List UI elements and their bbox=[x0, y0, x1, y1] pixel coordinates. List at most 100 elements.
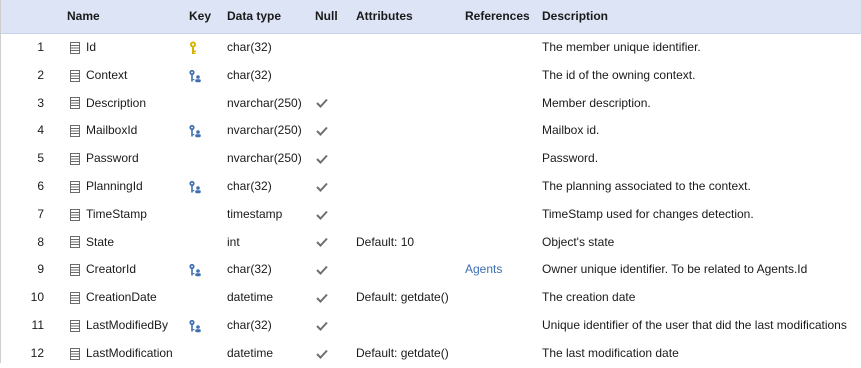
column-icon bbox=[70, 117, 82, 145]
column-name[interactable]: State bbox=[86, 229, 114, 257]
table-row[interactable]: 12 LastModification datetime Default: getda… bbox=[1, 340, 861, 368]
row-number: 11 bbox=[31, 317, 44, 332]
data-type: char(32) bbox=[227, 67, 272, 82]
description-text: The last modification date bbox=[542, 345, 679, 360]
grid-body: 1 Id char(32) The member unique identifier.… bbox=[1, 34, 861, 368]
null-check-icon bbox=[316, 256, 330, 284]
null-check-icon bbox=[316, 312, 330, 340]
table-row[interactable]: 1 Id char(32) The member unique identifier. bbox=[1, 34, 861, 62]
description-text: Member description. bbox=[542, 95, 651, 110]
description-text: The member unique identifier. bbox=[542, 40, 701, 54]
foreign-key-icon bbox=[188, 117, 204, 145]
header-null[interactable]: Null bbox=[315, 0, 338, 33]
data-type: char(32) bbox=[227, 178, 272, 193]
row-number: 8 bbox=[37, 234, 44, 249]
foreign-key-icon bbox=[188, 256, 204, 284]
column-name[interactable]: Id bbox=[86, 34, 96, 62]
data-type: int bbox=[227, 234, 240, 249]
column-icon bbox=[70, 229, 82, 257]
data-type: nvarchar(250) bbox=[227, 151, 302, 166]
description-text: Owner unique identifier. To be related t… bbox=[542, 262, 808, 277]
columns-grid: Name Key Data type Null Attributes Refer… bbox=[0, 0, 861, 363]
column-icon bbox=[70, 256, 82, 284]
row-number: 4 bbox=[37, 123, 44, 138]
table-row[interactable]: 2 Context char(32) The id of the owning con… bbox=[1, 62, 861, 90]
column-icon bbox=[70, 173, 82, 201]
data-type: nvarchar(250) bbox=[227, 95, 302, 110]
row-number: 2 bbox=[37, 67, 44, 82]
header-attributes[interactable]: Attributes bbox=[356, 0, 413, 33]
column-name[interactable]: LastModifiedBy bbox=[86, 312, 168, 340]
column-icon bbox=[70, 201, 82, 229]
table-row[interactable]: 9 CreatorId char(32) Agents Owner unique ide… bbox=[1, 256, 861, 284]
attributes-value: Default: getdate() bbox=[356, 290, 449, 305]
row-number: 10 bbox=[30, 290, 44, 305]
description-text: The creation date bbox=[542, 290, 636, 305]
table-row[interactable]: 3 Description nvarchar(250) Member descript… bbox=[1, 90, 861, 118]
header-key[interactable]: Key bbox=[189, 0, 211, 33]
table-row[interactable]: 4 MailboxId nvarchar(250) Mailbox id. bbox=[1, 117, 861, 145]
null-check-icon bbox=[316, 340, 330, 368]
references-link[interactable]: Agents bbox=[465, 256, 502, 284]
null-check-icon bbox=[316, 145, 330, 173]
header-description[interactable]: Description bbox=[542, 0, 608, 33]
column-name[interactable]: CreatorId bbox=[86, 256, 136, 284]
header-references[interactable]: References bbox=[465, 0, 530, 33]
data-type: char(32) bbox=[227, 262, 272, 277]
description-text: Object's state bbox=[542, 234, 615, 249]
column-name[interactable]: LastModification bbox=[86, 340, 173, 368]
table-row[interactable]: 6 PlanningId char(32) The planning associat… bbox=[1, 173, 861, 201]
attributes-value: Default: 10 bbox=[356, 234, 415, 249]
row-number: 1 bbox=[37, 40, 44, 54]
null-check-icon bbox=[316, 284, 330, 312]
null-check-icon bbox=[316, 90, 330, 118]
foreign-key-icon bbox=[188, 62, 204, 90]
foreign-key-icon bbox=[188, 312, 204, 340]
column-icon bbox=[70, 312, 82, 340]
column-name[interactable]: Password bbox=[86, 145, 139, 173]
attributes-value: Default: getdate() bbox=[356, 345, 449, 360]
description-text: The planning associated to the context. bbox=[542, 178, 751, 193]
row-number: 12 bbox=[30, 345, 44, 360]
column-icon bbox=[70, 34, 82, 62]
description-text: Mailbox id. bbox=[542, 123, 600, 138]
column-icon bbox=[70, 284, 82, 312]
column-name[interactable]: CreationDate bbox=[86, 284, 157, 312]
data-type: datetime bbox=[227, 345, 274, 360]
table-row[interactable]: 8 State int Default: 10 Object's state bbox=[1, 229, 861, 257]
column-icon bbox=[70, 340, 82, 368]
null-check-icon bbox=[316, 117, 330, 145]
description-text: Unique identifier of the user that did t… bbox=[542, 317, 847, 332]
description-text: TimeStamp used for changes detection. bbox=[542, 206, 754, 221]
data-type: nvarchar(250) bbox=[227, 123, 302, 138]
column-icon bbox=[70, 145, 82, 173]
column-name[interactable]: PlanningId bbox=[86, 173, 143, 201]
null-check-icon bbox=[316, 229, 330, 257]
primary-key-icon bbox=[188, 34, 204, 62]
null-check-icon bbox=[316, 201, 330, 229]
data-type: char(32) bbox=[227, 317, 272, 332]
column-name[interactable]: TimeStamp bbox=[86, 201, 147, 229]
row-number: 9 bbox=[37, 262, 44, 277]
data-type: char(32) bbox=[227, 40, 272, 54]
table-row[interactable]: 7 TimeStamp timestamp TimeStamp used for ch… bbox=[1, 201, 861, 229]
table-row[interactable]: 5 Password nvarchar(250) Password. bbox=[1, 145, 861, 173]
description-text: Password. bbox=[542, 151, 599, 166]
header-name[interactable]: Name bbox=[67, 0, 100, 33]
data-type: datetime bbox=[227, 290, 274, 305]
table-row[interactable]: 11 LastModifiedBy char(32) Unique identifie… bbox=[1, 312, 861, 340]
column-icon bbox=[70, 62, 82, 90]
null-check-icon bbox=[316, 173, 330, 201]
row-number: 6 bbox=[37, 178, 44, 193]
row-number: 7 bbox=[37, 206, 44, 221]
foreign-key-icon bbox=[188, 173, 204, 201]
column-name[interactable]: Context bbox=[86, 62, 127, 90]
row-number: 5 bbox=[37, 151, 44, 166]
grid-header: Name Key Data type Null Attributes Refer… bbox=[1, 0, 861, 34]
column-name[interactable]: MailboxId bbox=[86, 117, 137, 145]
column-name[interactable]: Description bbox=[86, 90, 146, 118]
description-text: The id of the owning context. bbox=[542, 67, 696, 82]
table-row[interactable]: 10 CreationDate datetime Default: getdate()… bbox=[1, 284, 861, 312]
data-type: timestamp bbox=[227, 206, 283, 221]
header-data-type[interactable]: Data type bbox=[227, 0, 281, 33]
